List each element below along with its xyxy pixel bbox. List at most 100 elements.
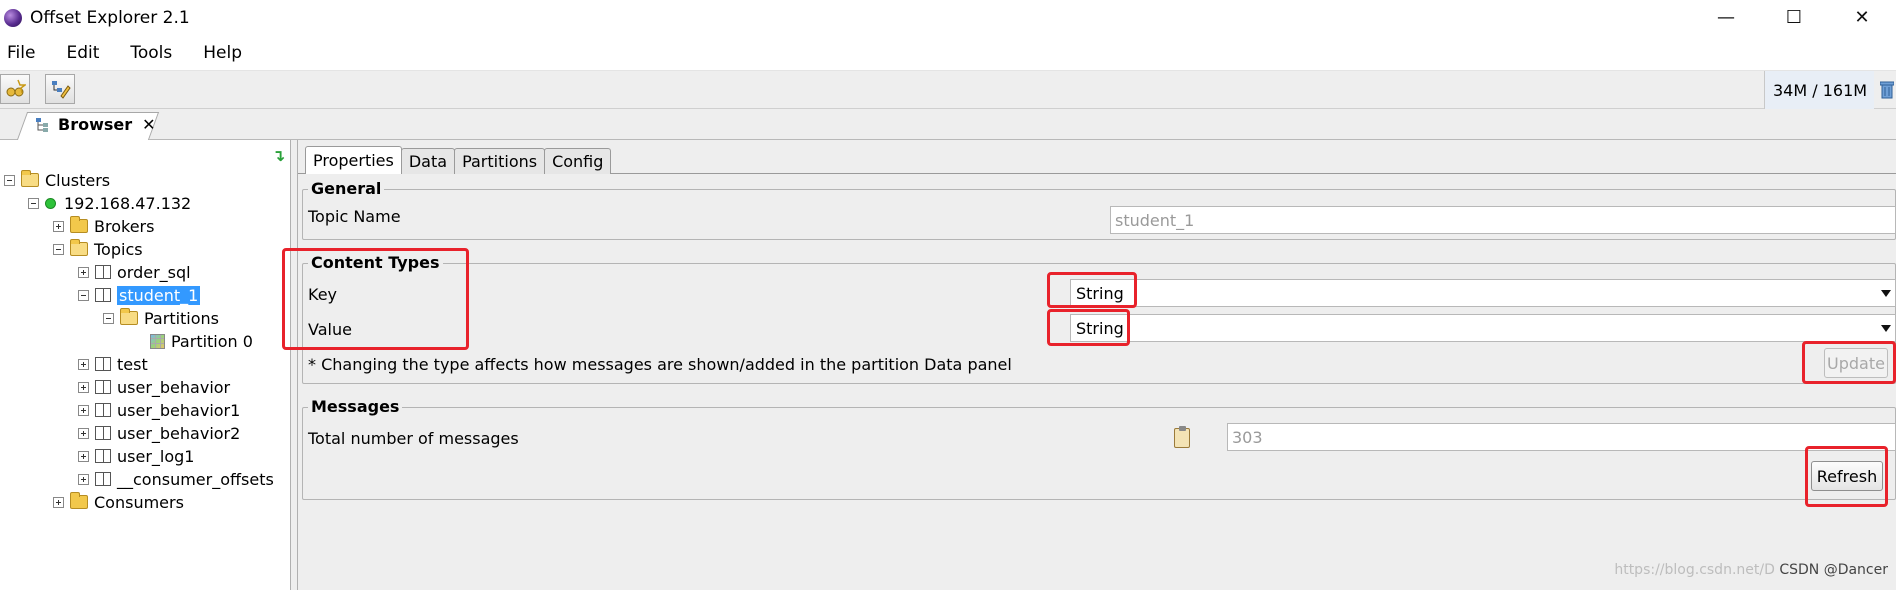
messages-group: Messages bbox=[302, 397, 1896, 500]
expand-icon[interactable] bbox=[78, 404, 89, 416]
tree-label: Brokers bbox=[94, 216, 155, 236]
tree-label-selected: student_1 bbox=[117, 285, 201, 305]
expand-icon[interactable] bbox=[78, 427, 89, 439]
menu-edit[interactable]: Edit bbox=[66, 43, 99, 63]
tree-node-topic-user-behavior1[interactable]: user_behavior1 bbox=[78, 399, 240, 421]
topic-book-icon bbox=[95, 426, 111, 440]
tree-label: order_sql bbox=[117, 262, 191, 282]
key-type-select[interactable]: String bbox=[1070, 279, 1896, 307]
watermark-brand: CSDN @Dancer bbox=[1779, 562, 1888, 578]
annotation-box-value bbox=[1047, 309, 1130, 346]
collapse-icon[interactable] bbox=[78, 289, 89, 301]
tree-label: user_log1 bbox=[117, 446, 195, 466]
watermark: https://blog.csdn.net/D CSDN @Dancer bbox=[1614, 562, 1888, 578]
title-bar: Offset Explorer 2.1 — ☐ ✕ bbox=[0, 0, 1896, 35]
menu-tools[interactable]: Tools bbox=[130, 43, 172, 63]
expand-icon[interactable] bbox=[78, 266, 89, 278]
menu-bar: File Edit Tools Help bbox=[0, 35, 1896, 71]
add-cluster-button[interactable] bbox=[0, 74, 30, 104]
general-group-title: General bbox=[308, 179, 385, 198]
app-logo-icon bbox=[4, 8, 22, 27]
annotation-box-refresh bbox=[1805, 446, 1888, 507]
topic-book-icon bbox=[95, 403, 111, 417]
tree-node-partitions[interactable]: Partitions bbox=[103, 307, 219, 329]
tree-node-topic-order-sql[interactable]: order_sql bbox=[78, 261, 191, 283]
folder-open-icon bbox=[70, 239, 88, 256]
tree-label: Topics bbox=[94, 239, 143, 259]
minimize-button[interactable]: — bbox=[1692, 0, 1760, 35]
edit-tree-icon bbox=[52, 81, 71, 99]
tree-node-brokers[interactable]: Brokers bbox=[53, 215, 154, 237]
tree-node-topic-user-behavior[interactable]: user_behavior bbox=[78, 376, 230, 398]
tree-node-topic-user-log1[interactable]: user_log1 bbox=[78, 445, 194, 467]
expand-icon[interactable] bbox=[78, 381, 89, 393]
tab-partitions[interactable]: Partitions bbox=[454, 148, 546, 174]
copy-clipboard-icon[interactable] bbox=[1174, 426, 1190, 448]
topic-book-icon bbox=[95, 265, 111, 279]
tree-label: test bbox=[117, 354, 148, 374]
messages-group-title: Messages bbox=[308, 397, 403, 416]
tree-node-partition-0[interactable]: Partition 0 bbox=[150, 330, 253, 352]
chevron-down-icon bbox=[1881, 325, 1891, 332]
browser-tab-content: Browser ✕ bbox=[36, 115, 156, 134]
tree-label: user_behavior bbox=[117, 377, 231, 397]
tree-label: __consumer_offsets bbox=[117, 469, 274, 489]
expand-icon[interactable] bbox=[53, 220, 64, 232]
annotation-box-update bbox=[1802, 341, 1896, 384]
tree-node-topic-test[interactable]: test bbox=[78, 353, 148, 375]
tab-config[interactable]: Config bbox=[544, 148, 612, 174]
connected-status-icon bbox=[45, 197, 56, 209]
maximize-button[interactable]: ☐ bbox=[1760, 0, 1828, 35]
browser-tab-label: Browser bbox=[58, 115, 133, 134]
garbage-collect-trash-icon[interactable] bbox=[1879, 81, 1895, 103]
close-window-button[interactable]: ✕ bbox=[1828, 0, 1896, 35]
window-controls: — ☐ ✕ bbox=[1692, 0, 1896, 35]
window-title: Offset Explorer 2.1 bbox=[30, 7, 190, 28]
tree-label: 192.168.47.132 bbox=[64, 193, 192, 213]
annotation-box-key bbox=[1047, 272, 1137, 308]
expand-icon[interactable] bbox=[78, 450, 89, 462]
close-browser-tab-icon[interactable]: ✕ bbox=[142, 115, 155, 134]
tree-node-topic-user-behavior2[interactable]: user_behavior2 bbox=[78, 422, 240, 444]
browser-tree-icon bbox=[36, 117, 48, 132]
tree-label: Partition 0 bbox=[171, 331, 253, 351]
topic-book-icon bbox=[95, 357, 111, 371]
tree-node-consumers[interactable]: Consumers bbox=[53, 491, 184, 513]
menu-file[interactable]: File bbox=[7, 43, 35, 63]
detail-tabs: Properties Data Partitions Config bbox=[305, 146, 612, 174]
tab-data[interactable]: Data bbox=[400, 148, 456, 174]
folder-icon bbox=[70, 216, 88, 233]
topic-book-icon bbox=[95, 449, 111, 463]
expand-icon[interactable] bbox=[78, 358, 89, 370]
annotation-box-content-types bbox=[282, 248, 469, 350]
refresh-tree-icon[interactable]: ↴ bbox=[272, 146, 285, 165]
collapse-icon[interactable] bbox=[103, 312, 114, 324]
value-type-select[interactable]: String bbox=[1070, 314, 1896, 342]
document-tab-strip: Browser ✕ bbox=[0, 109, 1896, 140]
topic-name-field[interactable]: student_1 bbox=[1110, 206, 1896, 234]
topic-name-label: Topic Name bbox=[308, 207, 401, 226]
tree-node-host[interactable]: 192.168.47.132 bbox=[28, 192, 191, 214]
tree-node-topic-student-1[interactable]: student_1 bbox=[78, 284, 201, 306]
memory-usage: 34M / 161M bbox=[1764, 71, 1874, 109]
topic-book-icon bbox=[95, 288, 111, 302]
expand-icon[interactable] bbox=[53, 496, 64, 508]
expand-icon[interactable] bbox=[78, 473, 89, 485]
tree-node-clusters[interactable]: Clusters bbox=[4, 169, 110, 191]
add-cluster-icon bbox=[6, 79, 26, 97]
content-type-note: * Changing the type affects how messages… bbox=[308, 355, 1012, 374]
collapse-icon[interactable] bbox=[53, 243, 64, 255]
panel-splitter[interactable] bbox=[291, 140, 298, 590]
folder-open-icon bbox=[120, 308, 138, 325]
toolbar: 34M / 161M bbox=[0, 71, 1896, 109]
edit-tree-button[interactable] bbox=[45, 74, 75, 104]
menu-help[interactable]: Help bbox=[203, 43, 242, 63]
topic-book-icon bbox=[95, 380, 111, 394]
tree-node-topic-consumer-offsets[interactable]: __consumer_offsets bbox=[78, 468, 274, 490]
watermark-url: https://blog.csdn.net/D bbox=[1614, 562, 1775, 578]
tab-properties[interactable]: Properties bbox=[305, 146, 402, 174]
chevron-down-icon bbox=[1881, 290, 1891, 297]
collapse-icon[interactable] bbox=[28, 197, 39, 209]
collapse-icon[interactable] bbox=[4, 174, 15, 186]
tree-node-topics[interactable]: Topics bbox=[53, 238, 143, 260]
